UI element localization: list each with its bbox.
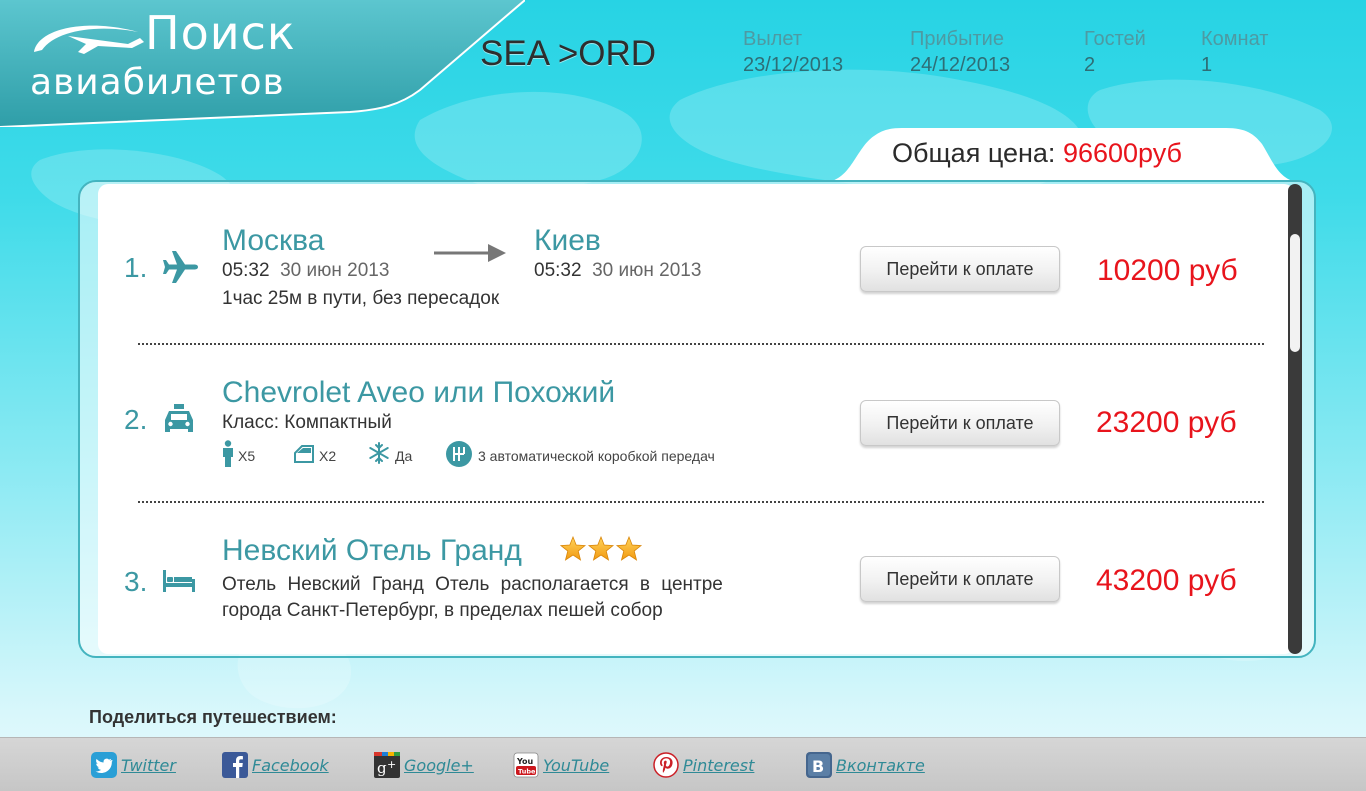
flight-price: 10200 руб [1097, 254, 1238, 287]
divider [138, 343, 1264, 345]
divider [138, 501, 1264, 503]
flight-to-city: Киев [534, 224, 601, 257]
feature-seats: X5 [238, 448, 256, 464]
car-class: Класс: Компактный [222, 412, 392, 433]
logo-line-2: авиабилетов [30, 62, 285, 103]
scrollbar-thumb[interactable] [1290, 234, 1300, 352]
hotel-star-rating [560, 536, 643, 561]
site-logo[interactable]: Поиск авиабилетов [0, 0, 525, 127]
social-footer: Twitter Facebook g + Google+ You Tube Yo… [0, 737, 1366, 791]
share-google-plus[interactable]: g + Google+ [373, 751, 474, 779]
meta-value: 2 [1084, 54, 1096, 76]
flight-from-city: Москва [222, 224, 325, 257]
youtube-icon: You Tube [513, 752, 539, 778]
share-youtube[interactable]: You Tube YouTube [512, 751, 609, 779]
share-vkontakte[interactable]: В Вконтакте [805, 751, 925, 779]
snowflake-icon [369, 442, 389, 464]
total-label: Общая цена: [892, 138, 1056, 168]
logo-line-1: Поиск [145, 6, 296, 60]
hotel-description-line-1: Отель Невский Гранд Отель располагается … [222, 574, 723, 595]
meta-label: Гостей [1084, 28, 1146, 50]
meta-label: Комнат [1201, 28, 1269, 50]
pay-button-flight[interactable]: Перейти к оплате [860, 246, 1060, 292]
door-icon [294, 445, 314, 463]
twitter-icon [91, 752, 117, 778]
vkontakte-icon: В [806, 752, 832, 778]
svg-text:g: g [377, 759, 387, 777]
flight-to-date: 30 июн 2013 [592, 260, 702, 281]
taxi-icon [165, 404, 193, 432]
flight-duration: 1час 25м в пути, без пересадок [222, 288, 500, 309]
total-price-tab: Общая цена: 96600руб [826, 128, 1296, 182]
meta-rooms: Комнат 1 [1201, 28, 1268, 77]
plane-swoosh-icon [34, 25, 144, 54]
google-plus-icon: g + [374, 752, 400, 778]
hotel-title: Невский Отель Гранд [222, 534, 522, 567]
hotel-description-line-2: города Санкт-Петербург, в пределах пешей… [222, 600, 663, 621]
flight-to-time: 05:32 [534, 260, 582, 281]
flight-from-datetime: 05:32 30 июн 2013 [222, 260, 389, 282]
gearbox-icon [446, 441, 472, 467]
pinterest-icon [653, 752, 679, 778]
meta-arrival: Прибытие 24/12/2013 [910, 28, 1010, 77]
flight-from-time: 05:32 [222, 260, 270, 281]
meta-value: 24/12/2013 [910, 54, 1011, 76]
share-pinterest[interactable]: Pinterest [652, 751, 754, 779]
share-title: Поделиться путешествием: [89, 707, 337, 727]
car-price: 23200 руб [1096, 406, 1237, 439]
share-pinterest-link[interactable]: Pinterest [683, 756, 754, 775]
person-icon [223, 440, 233, 467]
svg-text:+: + [387, 758, 396, 771]
meta-guests: Гостей 2 [1084, 28, 1146, 77]
star-icon [560, 536, 587, 561]
bed-icon [163, 570, 195, 592]
total-value: 96600руб [1062, 138, 1183, 168]
flight-from-date: 30 июн 2013 [280, 260, 390, 281]
arrow-right-icon [434, 244, 506, 262]
share-youtube-link[interactable]: YouTube [543, 756, 609, 775]
share-twitter-link[interactable]: Twitter [121, 756, 176, 775]
share-vkontakte-link[interactable]: Вконтакте [836, 756, 925, 775]
share-twitter[interactable]: Twitter [90, 751, 176, 779]
svg-text:You: You [516, 757, 534, 766]
car-title: Chevrolet Aveo или Похожий [222, 376, 616, 409]
feature-gearbox: 3 автоматической коробкой передач [478, 448, 715, 464]
pay-button-car[interactable]: Перейти к оплате [860, 400, 1060, 446]
order-card: 1. Москва 05:32 30 июн 2013 Киев 05:32 3… [78, 180, 1316, 658]
hotel-price: 43200 руб [1096, 564, 1237, 597]
meta-label: Прибытие [910, 28, 1004, 50]
flight-to-datetime: 05:32 30 июн 2013 [534, 260, 701, 282]
meta-label: Вылет [743, 28, 803, 50]
airplane-icon [163, 251, 198, 283]
item-number: 1. [124, 252, 148, 283]
share-google-plus-link[interactable]: Google+ [404, 756, 474, 775]
star-icon [587, 536, 615, 561]
route-title: SEA >ORD [480, 34, 657, 73]
meta-value: 23/12/2013 [743, 54, 844, 76]
item-number: 3. [124, 566, 148, 597]
star-icon [615, 536, 643, 561]
meta-value: 1 [1201, 54, 1213, 76]
feature-ac: Да [395, 448, 413, 464]
share-facebook-link[interactable]: Facebook [252, 756, 329, 775]
facebook-icon [222, 752, 248, 778]
svg-text:Tube: Tube [518, 768, 536, 776]
total-price: Общая цена: 96600руб [892, 138, 1182, 169]
item-number: 2. [124, 404, 148, 435]
scrollbar[interactable] [1288, 184, 1302, 654]
order-list: 1. Москва 05:32 30 июн 2013 Киев 05:32 3… [98, 184, 1294, 654]
share-facebook[interactable]: Facebook [221, 751, 329, 779]
meta-departure: Вылет 23/12/2013 [743, 28, 843, 77]
svg-text:В: В [812, 757, 824, 776]
feature-doors: X2 [319, 448, 337, 464]
pay-button-hotel[interactable]: Перейти к оплате [860, 556, 1060, 602]
